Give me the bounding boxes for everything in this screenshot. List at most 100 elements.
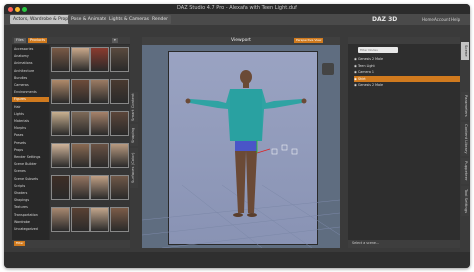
status-bar [4, 252, 470, 268]
scene-item[interactable]: ◉ Camera 1 [354, 69, 460, 75]
account-link[interactable]: Account [434, 14, 450, 25]
category-item[interactable]: Uncategorized [14, 227, 48, 232]
product-thumbnail[interactable] [90, 207, 109, 232]
scene-item[interactable]: ◉ Genesis 2 Male [354, 82, 460, 88]
product-thumbnail[interactable] [70, 143, 90, 168]
category-item[interactable]: Environments [14, 90, 48, 95]
transform-gizmo [256, 140, 298, 155]
category-item[interactable]: Textures [14, 205, 48, 210]
tab-parameters[interactable]: Parameters [461, 92, 469, 120]
scene-filter-input[interactable]: Filter Nodes [358, 47, 398, 53]
product-thumbnail[interactable] [109, 175, 129, 200]
category-item[interactable]: Lights [14, 112, 48, 117]
category-item[interactable]: Props [14, 148, 48, 153]
category-item[interactable]: Render Settings [14, 155, 48, 160]
product-thumbnail[interactable] [70, 207, 90, 232]
category-item[interactable]: Scene Builder [14, 162, 48, 167]
panel-footer: Filter [12, 240, 130, 248]
filter-button[interactable]: Filter [14, 241, 26, 246]
tab-content-library[interactable]: Content Library [461, 122, 469, 156]
scene-item-label: Shirt [357, 76, 366, 81]
product-thumbnail[interactable] [90, 79, 109, 104]
product-thumbnail[interactable] [51, 111, 70, 136]
panel-header: Files Products ▾ [12, 37, 130, 44]
product-thumbnail[interactable] [70, 111, 90, 136]
category-item[interactable]: Architecture [14, 69, 48, 74]
product-thumbnail[interactable] [51, 79, 70, 104]
window-title: DAZ Studio 4.7 Pro - Alexafa with Teen L… [177, 5, 297, 11]
tab-lights-cameras[interactable]: Lights & Cameras [106, 15, 152, 24]
title-bar: DAZ Studio 4.7 Pro - Alexafa with Teen L… [4, 4, 470, 14]
category-item[interactable]: Figures [12, 97, 49, 103]
tab-shaping[interactable]: Shaping [130, 124, 138, 146]
product-thumbnail[interactable] [51, 143, 70, 168]
tab-render[interactable]: Render [149, 15, 172, 24]
tab-scene[interactable]: Scene [461, 42, 469, 60]
scene-item-label: Teen Light [357, 63, 375, 68]
product-thumbnail[interactable] [90, 175, 109, 200]
product-thumbnail[interactable] [109, 143, 129, 168]
category-item[interactable]: Presets [14, 141, 48, 146]
scene-footer-text: Select a scene... [352, 241, 380, 245]
category-item[interactable]: Wardrobe [14, 220, 48, 225]
product-thumbnail[interactable] [51, 47, 70, 72]
scene-item-label: Camera 1 [357, 70, 375, 74]
scene-item[interactable]: ◉ Teen Light [354, 63, 460, 69]
product-thumbnail[interactable] [90, 111, 109, 136]
products-button[interactable]: Products [28, 38, 48, 43]
home-link[interactable]: Home [422, 14, 434, 25]
category-item[interactable]: Poses [14, 133, 48, 138]
view-cube-icon[interactable] [322, 63, 334, 75]
3d-viewport[interactable] [142, 45, 340, 248]
scene-item[interactable]: ◉ Genesis 2 Male [354, 56, 460, 62]
tab-surfaces[interactable]: Surfaces (Color) [130, 148, 138, 188]
category-item[interactable]: Materials [14, 119, 48, 124]
category-item[interactable]: Hair [14, 105, 48, 110]
product-thumbnail[interactable] [51, 175, 70, 200]
product-thumbnail[interactable] [51, 207, 70, 232]
product-thumbnail[interactable] [70, 175, 90, 200]
scene-panel: Filter Nodes ◉ Genesis 2 Male ◉ Teen Ligh… [348, 37, 460, 248]
product-thumbnail[interactable] [70, 79, 90, 104]
product-thumbnail[interactable] [109, 207, 129, 232]
content-library-panel: Files Products ▾ Accessories Anatomy Anima… [12, 37, 130, 248]
category-item[interactable]: Accessories [14, 47, 48, 52]
perspective-view-button[interactable]: Perspective View [294, 38, 324, 43]
category-item[interactable]: Transportation [14, 213, 48, 218]
tab-pose-animate[interactable]: Pose & Animate [68, 15, 110, 24]
scene-item[interactable]: ◉ Shirt [354, 75, 460, 82]
app-window: DAZ Studio 4.7 Pro - Alexafa with Teen L… [4, 4, 470, 268]
tab-puppeteer[interactable]: Puppeteer [461, 158, 469, 184]
scene-item-label: Genesis 2 Male [357, 83, 383, 87]
tab-tool-settings[interactable]: Tool Settings [461, 186, 469, 216]
daz-logo: DAZ 3D [372, 16, 398, 23]
product-thumbnail[interactable] [90, 47, 109, 72]
scene-item-label: Genesis 2 Male [357, 57, 383, 61]
product-thumbnail[interactable] [109, 79, 129, 104]
product-thumbnail[interactable] [70, 47, 90, 72]
scene-panel-header [348, 37, 460, 44]
category-list: Accessories Anatomy Animations Architecture… [12, 45, 49, 240]
category-item[interactable]: Scenes [14, 169, 48, 174]
category-item[interactable]: Morphs [14, 126, 48, 131]
product-thumbnail[interactable] [109, 47, 129, 72]
category-item[interactable]: Shaders [14, 191, 48, 196]
figure-model [185, 70, 307, 217]
category-item[interactable]: Scene Subsets [14, 177, 48, 182]
category-item[interactable]: Scripts [14, 184, 48, 189]
product-thumbnails [50, 45, 130, 240]
tab-actors-wardrobe-props[interactable]: Actors, Wardrobe & Props [10, 15, 74, 24]
scene-canvas [142, 70, 340, 248]
tab-smart-content[interactable]: Smart Content [130, 92, 138, 122]
category-item[interactable]: Shapings [14, 198, 48, 203]
product-thumbnail[interactable] [90, 143, 109, 168]
view-options-button[interactable]: ▾ [112, 38, 118, 43]
category-item[interactable]: Anatomy [14, 54, 48, 59]
category-item[interactable]: Cameras [14, 83, 48, 88]
activity-tabs: Actors, Wardrobe & Props Pose & Animate … [4, 14, 470, 25]
help-link[interactable]: Help [451, 14, 460, 25]
files-button[interactable]: Files [14, 38, 26, 43]
category-item[interactable]: Animations [14, 61, 48, 66]
product-thumbnail[interactable] [109, 111, 129, 136]
category-item[interactable]: Bundles [14, 76, 48, 81]
